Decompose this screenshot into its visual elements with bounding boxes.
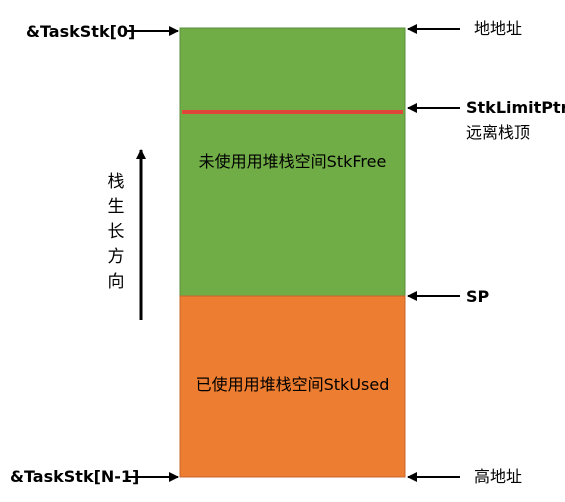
low-address-label: 地地址 [474,19,523,38]
growth-char: 栈 [107,172,125,192]
stack-base-label: &TaskStk[0] [26,22,136,41]
sp-label: SP [466,287,490,306]
growth-direction-text: 栈 生 长 方 向 [106,170,126,295]
growth-char: 长 [107,222,125,242]
stack-diagram: &TaskStk[0] &TaskStk[N-1] 地地址 StkLimitPt… [0,0,565,502]
stack-end-label: &TaskStk[N-1] [10,467,140,486]
used-region-label: 已使用用堆栈空间StkUsed [195,375,390,394]
stack-graphics [127,24,460,482]
growth-char: 方 [107,247,125,267]
free-region-label: 未使用用堆栈空间StkFree [198,152,387,171]
limit-ptr-label: StkLimitPtr [466,98,565,117]
growth-char: 向 [107,272,125,292]
growth-char: 生 [107,197,125,217]
limit-desc-label: 远离栈顶 [466,123,531,142]
high-address-label: 高地址 [474,467,523,486]
